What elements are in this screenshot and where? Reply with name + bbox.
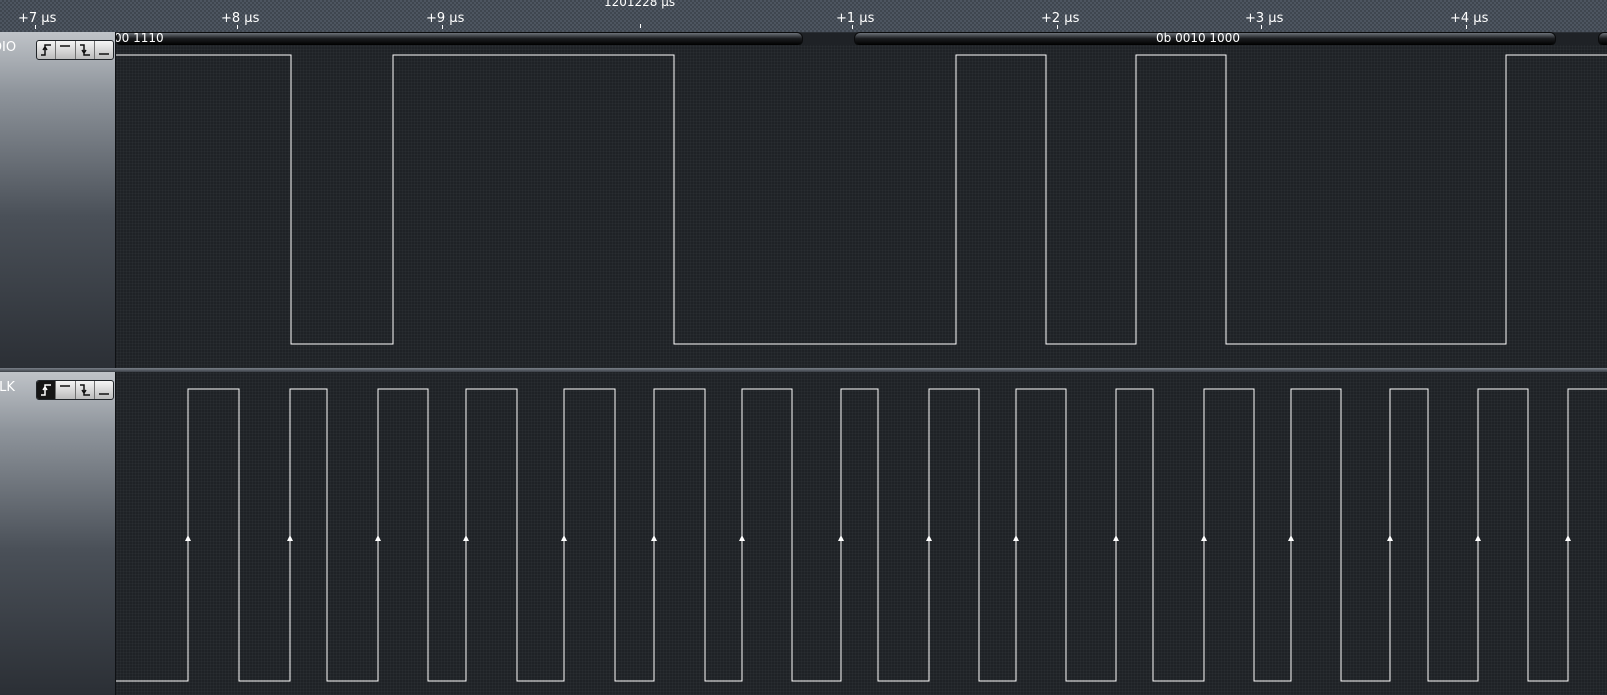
falling-edge-icon (79, 44, 90, 56)
trigger-low-button[interactable] (95, 41, 113, 59)
trigger-high-button[interactable] (56, 381, 76, 399)
timeline-center-label: 1201228 μs (604, 0, 676, 9)
trigger-selector[interactable] (36, 40, 114, 60)
decode-segment[interactable] (1598, 32, 1607, 46)
timeline-tick: +1 μs (836, 11, 875, 26)
timeline-ruler[interactable]: 1201228 μs +7 μs +8 μs +9 μs +1 μs +2 μs… (0, 0, 1607, 33)
protocol-decode-bar: 00 1110 0b 0010 1000 (114, 31, 1607, 46)
channel-name: DIO (0, 40, 17, 55)
trigger-falling-edge-button[interactable] (76, 381, 95, 399)
timeline-tick: +9 μs (426, 11, 465, 26)
high-level-icon (60, 45, 71, 47)
timeline-center-marker (640, 24, 641, 28)
clk-waveform (116, 388, 1607, 682)
trace-area-clk[interactable] (116, 372, 1607, 695)
timeline-tick-mark (1057, 25, 1058, 29)
channel-name: CLK (0, 380, 15, 395)
rising-edge-icon (41, 44, 52, 56)
decode-value: 0b 0010 1000 (1156, 31, 1240, 45)
low-level-icon (98, 393, 109, 395)
trigger-selector[interactable] (36, 380, 114, 400)
trigger-low-button[interactable] (95, 381, 113, 399)
timeline-tick-mark (852, 25, 853, 29)
low-level-icon (98, 53, 109, 55)
timeline-tick: +4 μs (1450, 11, 1489, 26)
timeline-tick-mark (1261, 25, 1262, 29)
decode-segment[interactable] (116, 32, 803, 46)
trigger-rising-edge-button[interactable] (37, 381, 57, 399)
trigger-high-button[interactable] (56, 41, 76, 59)
timeline-tick-mark (442, 25, 443, 29)
timeline-tick-mark (1466, 25, 1467, 29)
timeline-tick-mark (237, 25, 238, 29)
timeline-tick: +3 μs (1245, 11, 1284, 26)
decode-value: 00 1110 (114, 31, 164, 45)
falling-edge-icon (79, 384, 90, 396)
trigger-falling-edge-button[interactable] (76, 41, 95, 59)
timeline-tick-mark (35, 25, 36, 29)
timeline-tick: +7 μs (18, 11, 57, 26)
dio-waveform (116, 54, 1607, 345)
rising-edge-icon (41, 384, 52, 396)
trigger-rising-edge-button[interactable] (37, 41, 57, 59)
channel-header-dio[interactable]: DIO (0, 32, 116, 368)
timeline-tick: +2 μs (1041, 11, 1080, 26)
timeline-tick: +8 μs (221, 11, 260, 26)
channel-header-clk[interactable]: CLK (0, 372, 116, 695)
high-level-icon (60, 385, 71, 387)
trace-area-dio[interactable] (116, 45, 1607, 368)
